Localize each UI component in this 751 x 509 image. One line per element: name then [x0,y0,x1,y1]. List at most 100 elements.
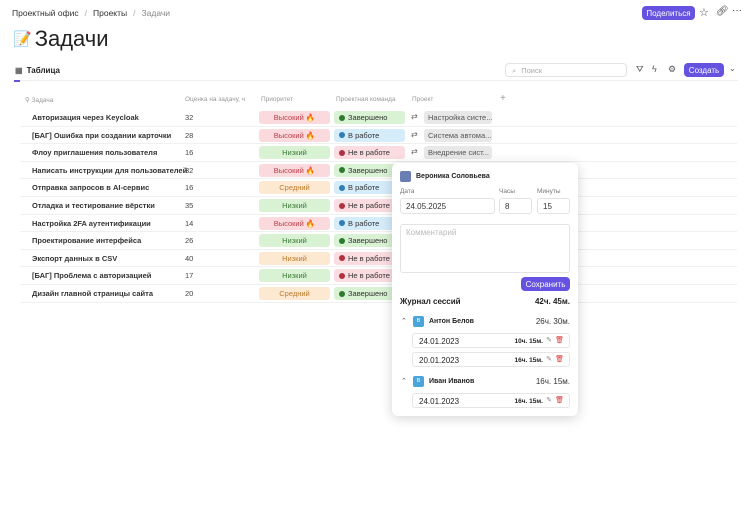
priority-badge[interactable]: Низкий [259,251,330,265]
status-dot-icon [339,220,345,227]
tab-table[interactable]: ▦ Таблица [15,66,60,75]
priority-badge[interactable]: Высокий 🔥 [259,163,330,177]
task-name[interactable]: Дизайн главной страницы сайта [32,289,153,298]
link-icon[interactable]: 🔗︎ [716,6,729,17]
table-icon: ▦ [15,66,23,75]
task-name[interactable]: Флоу приглашения пользователя [32,148,157,157]
comment-input[interactable]: Комментарий [400,224,570,273]
estimate: 16 [185,148,194,158]
minutes-input[interactable]: 15 [537,198,570,214]
column-header-task[interactable]: ⚲ Задача [25,96,53,104]
table-row[interactable]: Экспорт данных в CSV 40 Низкий Не в рабо… [20,250,737,268]
task-name[interactable]: Авторизация через Keycloak [32,113,139,122]
estimate: 20 [185,289,194,298]
lightning-icon[interactable]: ϟ [652,64,657,74]
create-button[interactable]: Создать [684,63,724,77]
user-name: Вероника Соловьева [416,173,490,180]
project-badge[interactable]: Система автома... [424,128,492,142]
more-icon[interactable]: ··· [732,5,742,16]
link-project-icon[interactable]: ⇄ [411,130,418,139]
chevron-down-icon[interactable]: ⌄ [729,64,736,73]
collapse-icon[interactable]: ⌃ [401,377,407,385]
task-name[interactable]: Экспорт данных в CSV [32,254,117,263]
table-row[interactable]: Авторизация через Keycloak 32 Высокий 🔥 … [20,109,737,127]
table-row[interactable]: Настройка 2FA аутентификации 14 Высокий … [20,215,737,233]
status-badge[interactable]: В работе [334,128,405,142]
estimate: 26 [185,236,194,246]
priority-badge[interactable]: Высокий 🔥 [259,111,330,124]
column-header-project[interactable]: Проект [412,96,433,103]
table-row[interactable]: Флоу приглашения пользователя 16 Низкий … [20,144,737,162]
status-badge[interactable]: Не в работе [334,146,405,160]
status-dot-icon [339,167,345,174]
save-button[interactable]: Сохранить [521,277,570,291]
settings-icon[interactable]: ⚙ [668,64,676,75]
trash-icon[interactable]: 🗑︎ [555,336,564,344]
breadcrumb-item[interactable]: Проекты [93,8,127,18]
breadcrumb-item[interactable]: Проектный офис [12,8,79,18]
table-row[interactable]: Отладка и тестирование вёрстки 35 Низкий… [20,197,737,215]
note-icon: 📝 [13,31,32,48]
status-dot-icon [339,114,345,121]
session-duration: 16ч. 15м. [514,356,543,364]
column-header-team[interactable]: Проектная команда [336,96,396,103]
task-name[interactable]: Настройка 2FA аутентификации [32,219,151,228]
session-log-total: 42ч. 45м. [534,297,570,306]
table-row[interactable]: Проектирование интерфейса 26 Низкий Заве… [20,232,737,250]
group-total: 16ч. 15м. [535,377,570,386]
divider [14,80,738,81]
session-entry: 24.01.2023 10ч. 15м. ✎ 🗑︎ [412,333,570,348]
priority-badge[interactable]: Низкий [259,234,330,248]
edit-icon[interactable]: ✎ [546,336,552,344]
priority-badge[interactable]: Высокий 🔥 [259,128,330,142]
link-project-icon[interactable]: ⇄ [411,147,418,156]
priority-badge[interactable]: Низкий [259,269,330,283]
search-icon: ⌕ [512,66,517,75]
priority-badge[interactable]: Средний [259,181,330,195]
task-name[interactable]: [БАГ] Проблема с авторизацией [32,271,151,280]
edit-icon[interactable]: ✎ [546,396,552,404]
task-name[interactable]: [БАГ] Ошибка при создании карточки [32,131,171,140]
task-name[interactable]: Написать инструкции для пользователей [32,166,187,175]
share-button[interactable]: Поделиться [642,6,695,20]
project-badge[interactable]: Настройка систе... [424,111,492,124]
estimate: 35 [185,201,194,210]
search-input[interactable]: ⌕ Поиск [505,63,627,77]
status-dot-icon [339,272,345,279]
task-name[interactable]: Проектирование интерфейса [32,236,141,245]
priority-badge[interactable]: Низкий [259,146,330,160]
link-project-icon[interactable]: ⇄ [411,112,418,121]
user-badge: В [413,316,424,327]
table-row[interactable]: Написать инструкции для пользователей 32… [20,162,737,180]
hours-input[interactable]: 8 [499,198,532,214]
session-date: 20.01.2023 [419,355,460,365]
collapse-icon[interactable]: ⌃ [401,317,407,325]
filter-icon[interactable]: ⛛ [636,64,644,75]
estimate: 16 [185,183,194,193]
date-input[interactable]: 24.05.2025 [400,198,495,214]
status-dot-icon [339,237,345,244]
task-name[interactable]: Отправка запросов в AI-сервис [32,183,149,192]
session-duration: 16ч. 15м. [514,398,543,405]
table-row[interactable]: [БАГ] Проблема с авторизацией 17 Низкий … [20,267,737,285]
task-name[interactable]: Отладка и тестирование вёрстки [32,201,155,210]
estimate: 28 [185,130,194,140]
priority-badge[interactable]: Высокий 🔥 [259,216,330,230]
star-icon[interactable]: ☆ [699,6,709,19]
column-header-estimate[interactable]: Оценка на задачу, ч [185,96,245,103]
priority-badge[interactable]: Низкий [259,199,330,212]
trash-icon[interactable]: 🗑︎ [555,396,564,404]
project-badge[interactable]: Внедрение сист... [424,146,492,160]
trash-icon[interactable]: 🗑︎ [555,355,564,363]
table-row[interactable]: Отправка запросов в AI-сервис 16 Средний… [20,179,737,197]
session-date: 24.01.2023 [419,397,460,406]
status-dot-icon [339,290,345,297]
edit-icon[interactable]: ✎ [546,355,552,363]
priority-badge[interactable]: Средний [259,287,330,300]
add-column-button[interactable]: + [500,93,506,104]
column-header-priority[interactable]: Приоритет [261,96,293,103]
status-badge[interactable]: Завершено [334,111,405,124]
status-dot-icon [339,202,345,209]
table-row[interactable]: [БАГ] Ошибка при создании карточки 28 Вы… [20,127,737,145]
table-row[interactable]: Дизайн главной страницы сайта 20 Средний… [20,285,737,303]
